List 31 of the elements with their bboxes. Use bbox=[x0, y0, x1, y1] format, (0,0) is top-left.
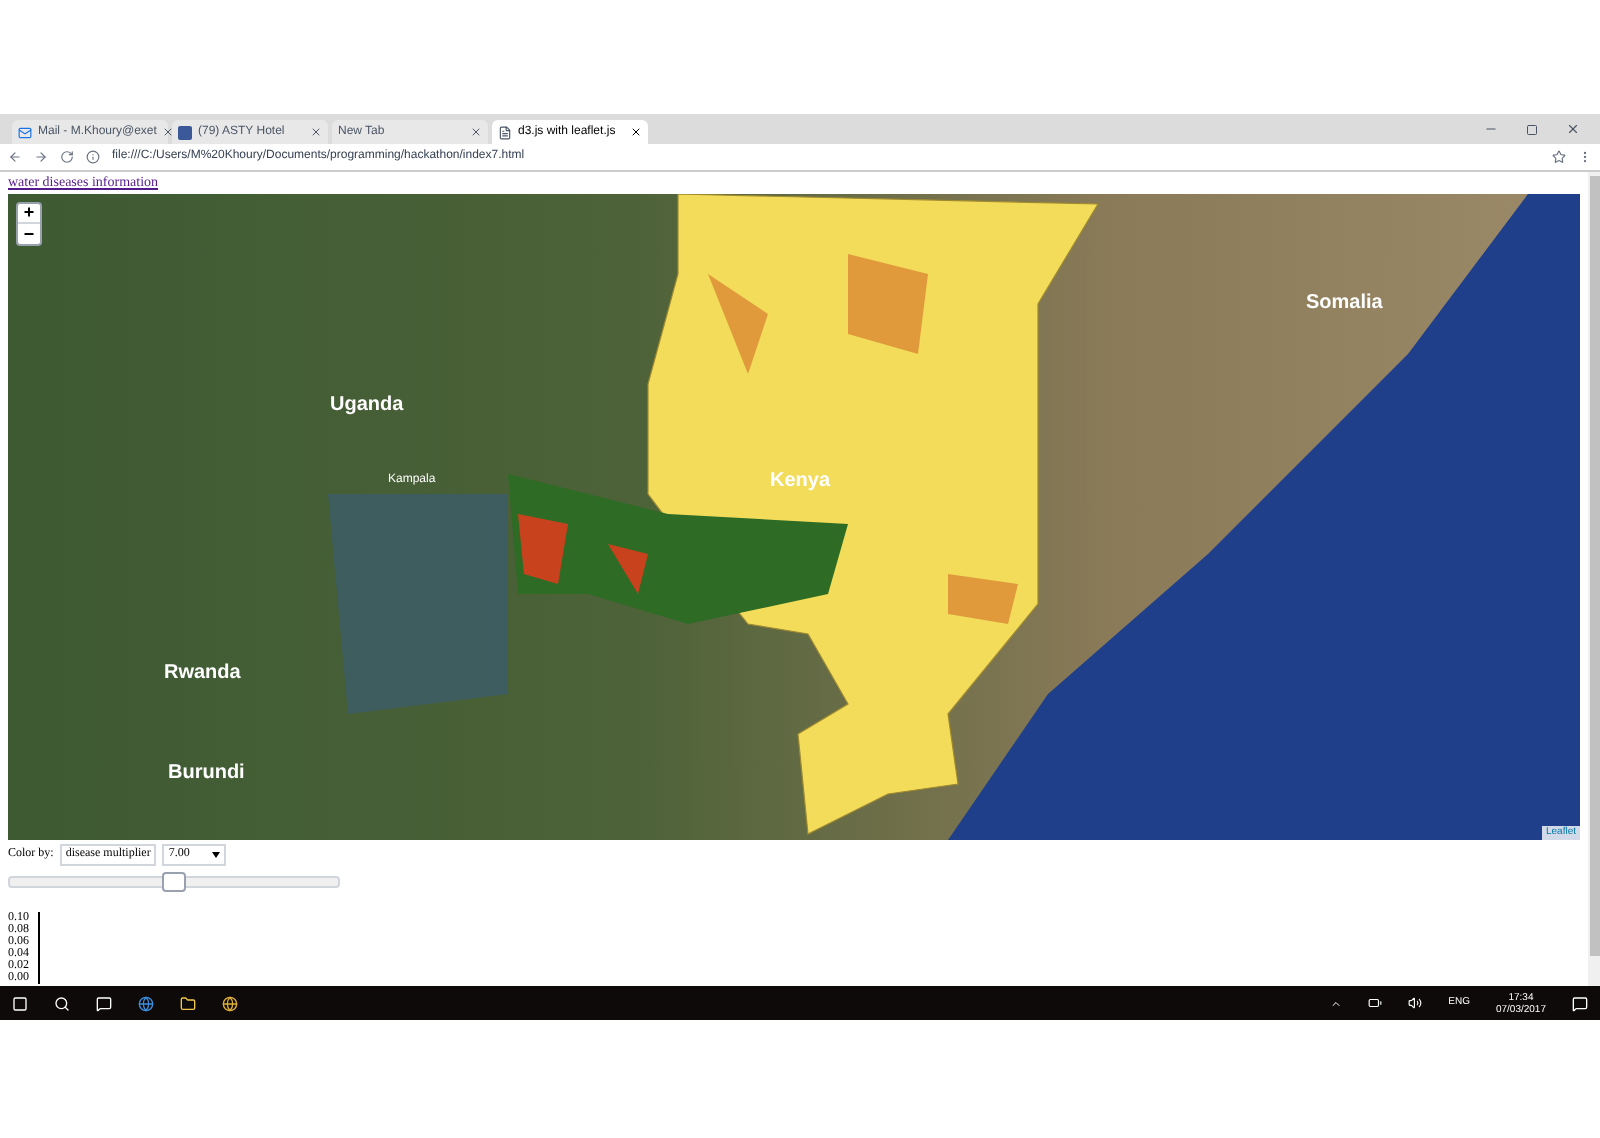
country-label: Uganda bbox=[330, 392, 404, 420]
browser-icon[interactable] bbox=[138, 995, 154, 1011]
forward-icon[interactable] bbox=[34, 150, 48, 164]
speaker-icon[interactable] bbox=[1408, 996, 1423, 1010]
country-label: Kenya bbox=[770, 468, 831, 496]
zoom-in-button[interactable]: + bbox=[18, 204, 40, 224]
notifications-icon[interactable] bbox=[1572, 995, 1588, 1011]
page-icon bbox=[498, 125, 512, 139]
social-icon bbox=[178, 125, 192, 139]
close-icon[interactable] bbox=[630, 126, 642, 138]
reload-icon[interactable] bbox=[60, 150, 74, 164]
mail-icon bbox=[18, 125, 32, 139]
info-icon bbox=[86, 150, 100, 164]
slider-thumb[interactable] bbox=[162, 872, 186, 892]
country-label: Somalia bbox=[1306, 290, 1383, 318]
search-icon[interactable] bbox=[54, 995, 70, 1011]
maximize-icon[interactable] bbox=[1526, 123, 1538, 135]
chevron-up-icon[interactable] bbox=[1330, 997, 1343, 1009]
close-icon[interactable] bbox=[470, 126, 482, 138]
zoom-out-button[interactable]: − bbox=[18, 224, 40, 244]
battery-icon[interactable] bbox=[1368, 996, 1383, 1010]
country-label: Burundi bbox=[168, 760, 245, 788]
country-label: Rwanda bbox=[164, 660, 241, 688]
bookmark-icon[interactable] bbox=[1552, 150, 1566, 164]
close-icon[interactable] bbox=[162, 126, 175, 138]
folder-icon[interactable] bbox=[180, 995, 196, 1011]
close-icon[interactable] bbox=[310, 126, 322, 138]
back-icon[interactable] bbox=[8, 150, 22, 164]
windows-icon[interactable] bbox=[12, 995, 28, 1011]
caret-icon bbox=[212, 852, 221, 858]
menu-icon[interactable] bbox=[1578, 150, 1592, 164]
